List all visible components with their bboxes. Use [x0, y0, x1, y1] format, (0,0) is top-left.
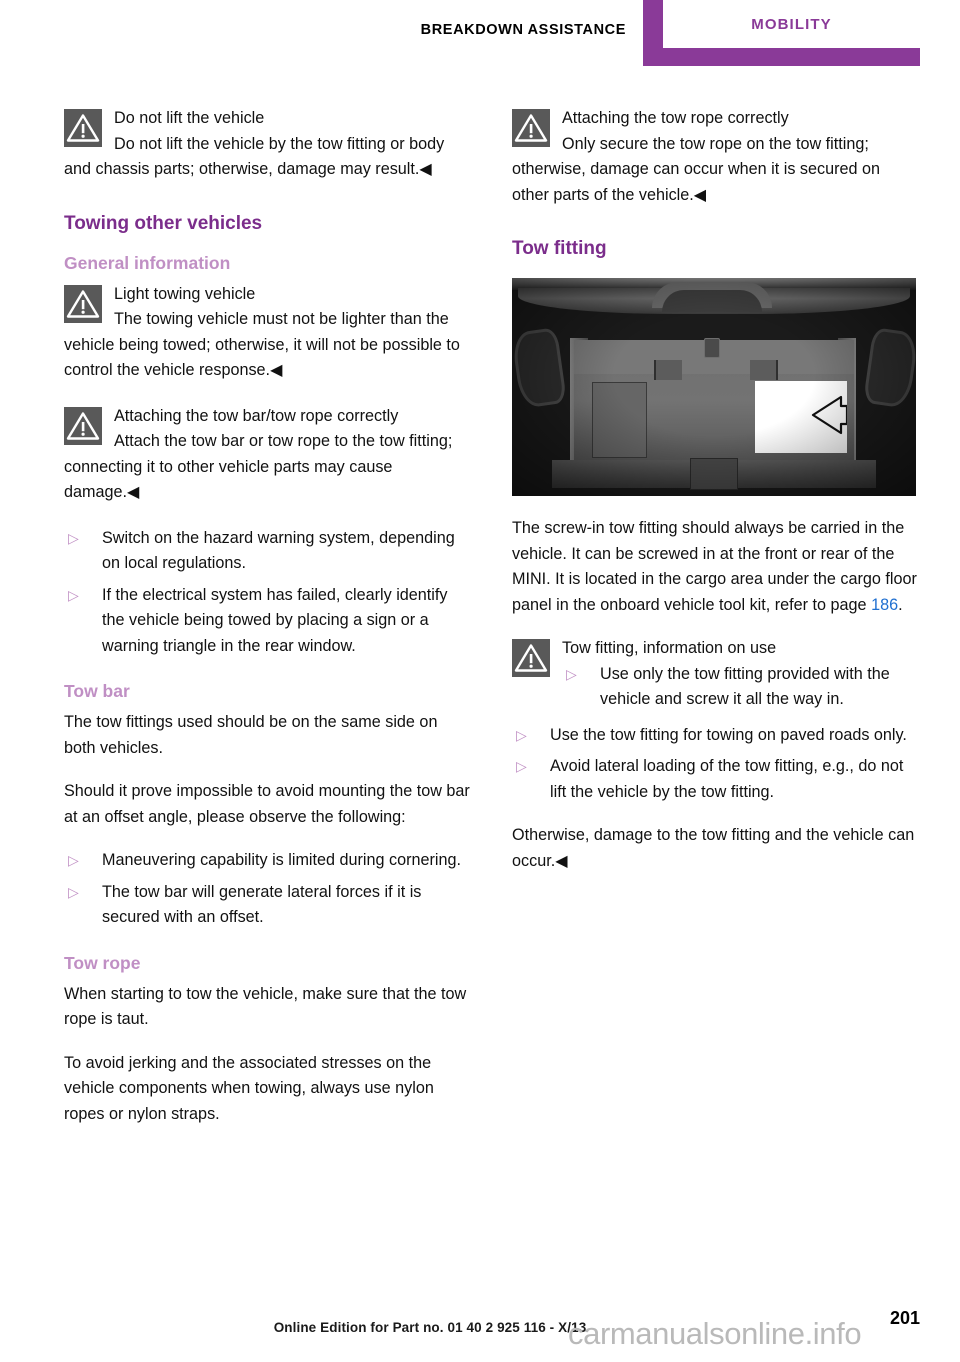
warning-do-not-lift: Do not lift the vehicle Do not lift the …	[64, 106, 472, 183]
tow-rope-paragraph-1: When starting to tow the vehicle, make s…	[64, 984, 467, 1029]
list-item-text: Avoid lateral loading of the tow fitting…	[550, 757, 904, 801]
warning-title: Do not lift the vehicle	[114, 109, 265, 127]
warning-text-block: Attaching the tow rope correctly Only se…	[512, 106, 920, 208]
warning-text-block: Tow fitting, information on use	[512, 636, 920, 662]
subsection-heading-tow-rope: Tow rope	[64, 952, 141, 973]
warning-body-text: Attach the tow bar or tow rope to the to…	[64, 432, 453, 501]
page-number: 201	[889, 1308, 920, 1328]
site-watermark: carmanualsonline.info	[568, 1316, 862, 1351]
warning-title: Light towing vehicle	[114, 284, 256, 303]
list-item: ▷ Maneuvering capability is limited duri…	[64, 848, 472, 874]
warning-triangle-icon	[512, 639, 550, 677]
chapter-tab-inner: MOBILITY	[663, 0, 920, 48]
tow-bar-paragraph-1: The tow fittings used should be on the s…	[64, 713, 438, 757]
list-item: ▷ Avoid lateral loading of the tow fitti…	[512, 754, 920, 805]
left-column: Do not lift the vehicle Do not lift the …	[64, 106, 472, 1145]
subsection-heading-general-information: General information	[64, 252, 231, 273]
warning-body: Do not lift the vehicle by the tow fitti…	[64, 132, 472, 183]
list-item: ▷ Switch on the hazard warning system, d…	[64, 526, 472, 577]
figure-vignette	[512, 278, 916, 496]
bullet-triangle-icon: ▷	[68, 586, 79, 603]
cargo-area-tow-fitting-photo	[512, 278, 916, 496]
warning-body: The towing vehicle must not be lighter t…	[64, 307, 472, 384]
bullet-triangle-icon: ▷	[566, 665, 577, 682]
list-item-text: Use the tow fitting for towing on paved …	[550, 725, 907, 744]
tow-fitting-paragraph: The screw-in tow fitting should always b…	[512, 516, 920, 618]
warning-text-block: Do not lift the vehicle Do not lift the …	[64, 106, 472, 183]
warning-title: Attaching the tow bar/tow rope correctly	[114, 406, 399, 425]
list-item-text: Switch on the hazard warning system, dep…	[102, 528, 455, 573]
bullet-triangle-icon: ▷	[68, 852, 79, 868]
page-header: BREAKDOWN ASSISTANCE MOBILITY	[0, 0, 960, 70]
tow-bar-paragraph-2: Should it prove impossible to avoid moun…	[64, 782, 470, 826]
warning-body-text: Do not lift the vehicle by the tow fitti…	[64, 134, 445, 179]
breadcrumb: BREAKDOWN ASSISTANCE	[420, 22, 626, 38]
tow-fitting-paragraph-before-ref: The screw-in tow fitting should always b…	[512, 519, 917, 614]
list-item: ▷ If the electrical system has failed, c…	[64, 583, 472, 660]
bullet-triangle-icon: ▷	[516, 726, 527, 743]
list-item: ▷ The tow bar will generate lateral forc…	[64, 880, 472, 931]
chapter-tab-mobility[interactable]: MOBILITY	[643, 0, 920, 66]
warning-body-text: The towing vehicle must not be lighter t…	[64, 310, 460, 379]
warning-triangle-icon	[64, 406, 102, 445]
end-of-warning-marker: ◀	[270, 361, 283, 379]
list-item-text: Maneuvering capability is limited during…	[102, 851, 462, 869]
bullet-triangle-icon: ▷	[516, 758, 527, 774]
warning-triangle-icon	[64, 284, 102, 323]
tow-rope-paragraph-2: To avoid jerking and the associated stre…	[64, 1053, 434, 1123]
subsection-heading-tow-bar: Tow bar	[64, 681, 130, 701]
bullet-triangle-icon: ▷	[68, 883, 79, 900]
warning-body: Attach the tow bar or tow rope to the to…	[64, 429, 472, 506]
right-column: Attaching the tow rope correctly Only se…	[512, 106, 920, 894]
warning-title: Tow fitting, information on use	[562, 639, 777, 657]
warning-closing-paragraph: Otherwise, damage to the tow fitting and…	[512, 823, 920, 874]
warning-text-block: Attaching the tow bar/tow rope correctly…	[64, 404, 472, 506]
section-heading-tow-fitting: Tow fitting	[512, 238, 607, 259]
list-item-text: Use only the tow fitting provided with t…	[600, 664, 890, 709]
tow-fitting-bullet-list: ▷ Use the tow fitting for towing on pave…	[512, 723, 920, 806]
manual-page: BREAKDOWN ASSISTANCE MOBILITY Do not lif…	[0, 0, 960, 1362]
section-heading-towing-other-vehicles: Towing other vehicles	[64, 212, 263, 234]
tow-fitting-indented-bullet-list: ▷ Use only the tow fitting provided with…	[562, 662, 920, 713]
list-item: ▷ Use the tow fitting for towing on pave…	[512, 723, 920, 749]
chapter-tab-label: MOBILITY	[751, 15, 832, 33]
warning-closing-text: Otherwise, damage to the tow fitting and…	[512, 826, 915, 870]
warning-attaching-tow-bar: Attaching the tow bar/tow rope correctly…	[64, 404, 472, 506]
end-of-warning-marker: ◀	[419, 160, 432, 178]
list-item-text: The tow bar will generate lateral forces…	[102, 882, 422, 927]
warning-body: Only secure the tow rope on the tow fitt…	[512, 132, 920, 209]
warning-title: Attaching the tow rope correctly	[562, 109, 789, 127]
warning-light-towing-vehicle: Light towing vehicle The towing vehicle …	[64, 282, 472, 384]
list-item: ▷ Use only the tow fitting provided with…	[562, 662, 920, 713]
tow-bar-bullet-list: ▷ Maneuvering capability is limited duri…	[64, 848, 472, 931]
general-information-bullet-list: ▷ Switch on the hazard warning system, d…	[64, 526, 472, 660]
end-of-warning-marker: ◀	[555, 851, 568, 870]
end-of-warning-marker: ◀	[127, 483, 140, 501]
warning-triangle-icon	[64, 109, 102, 147]
warning-triangle-icon	[512, 109, 550, 147]
warning-tow-fitting-use: Tow fitting, information on use ▷ Use on…	[512, 636, 920, 874]
list-item-text: If the electrical system has failed, cle…	[102, 585, 448, 655]
bullet-triangle-icon: ▷	[68, 529, 79, 546]
tow-fitting-paragraph-after-ref: .	[898, 595, 903, 614]
page-reference-link[interactable]: 186	[871, 596, 898, 614]
end-of-warning-marker: ◀	[693, 185, 707, 204]
warning-attaching-tow-rope: Attaching the tow rope correctly Only se…	[512, 106, 920, 208]
warning-text-block: Light towing vehicle The towing vehicle …	[64, 282, 472, 384]
